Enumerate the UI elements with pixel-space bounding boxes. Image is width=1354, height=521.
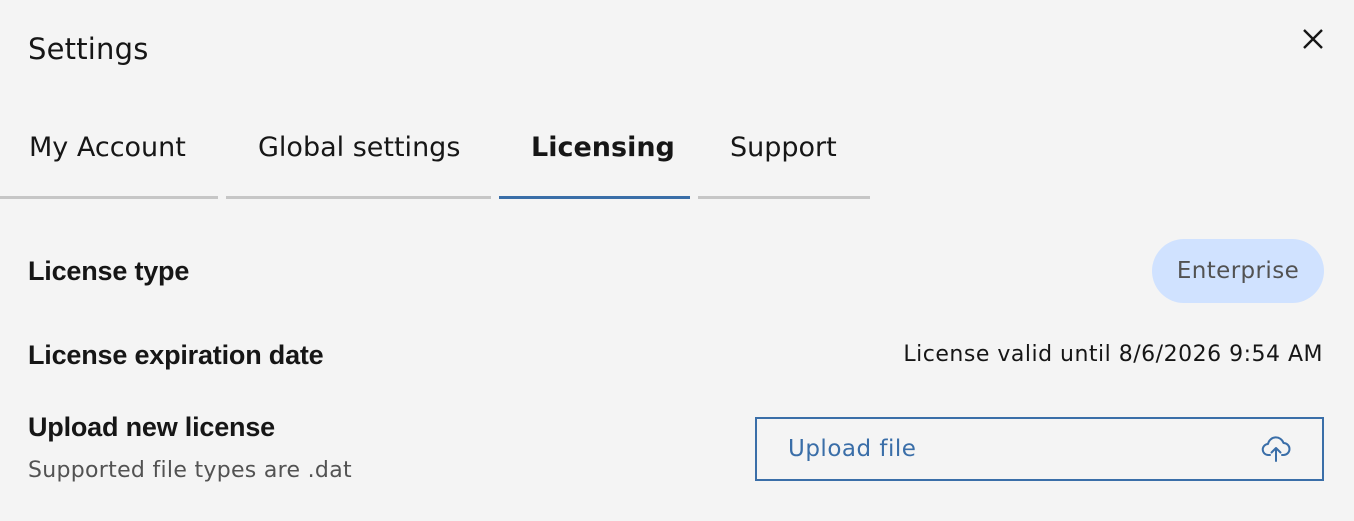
license-type-tag: Enterprise <box>1152 239 1324 303</box>
modal-title: Settings <box>28 32 149 66</box>
tab-my-account[interactable]: My Account <box>0 130 218 199</box>
tab-licensing[interactable]: Licensing <box>499 130 690 199</box>
close-icon <box>1303 29 1323 49</box>
upload-license-label: Upload new license <box>28 412 275 442</box>
upload-help-text: Supported file types are .dat <box>28 458 352 483</box>
tab-global-settings[interactable]: Global settings <box>226 130 491 199</box>
upload-file-label: Upload file <box>788 436 917 462</box>
license-expiration-value: License valid until 8/6/2026 9:54 AM <box>903 342 1323 367</box>
cloud-upload-icon <box>1261 435 1291 463</box>
close-button[interactable] <box>1296 22 1330 56</box>
tab-label: Licensing <box>531 132 675 163</box>
license-expiration-label: License expiration date <box>28 340 324 370</box>
license-type-label: License type <box>28 256 190 286</box>
tab-label: Global settings <box>258 132 461 163</box>
tab-label: My Account <box>29 132 186 163</box>
tab-label: Support <box>730 132 837 163</box>
tab-support[interactable]: Support <box>698 130 870 199</box>
upload-file-button[interactable]: Upload file <box>755 417 1324 481</box>
